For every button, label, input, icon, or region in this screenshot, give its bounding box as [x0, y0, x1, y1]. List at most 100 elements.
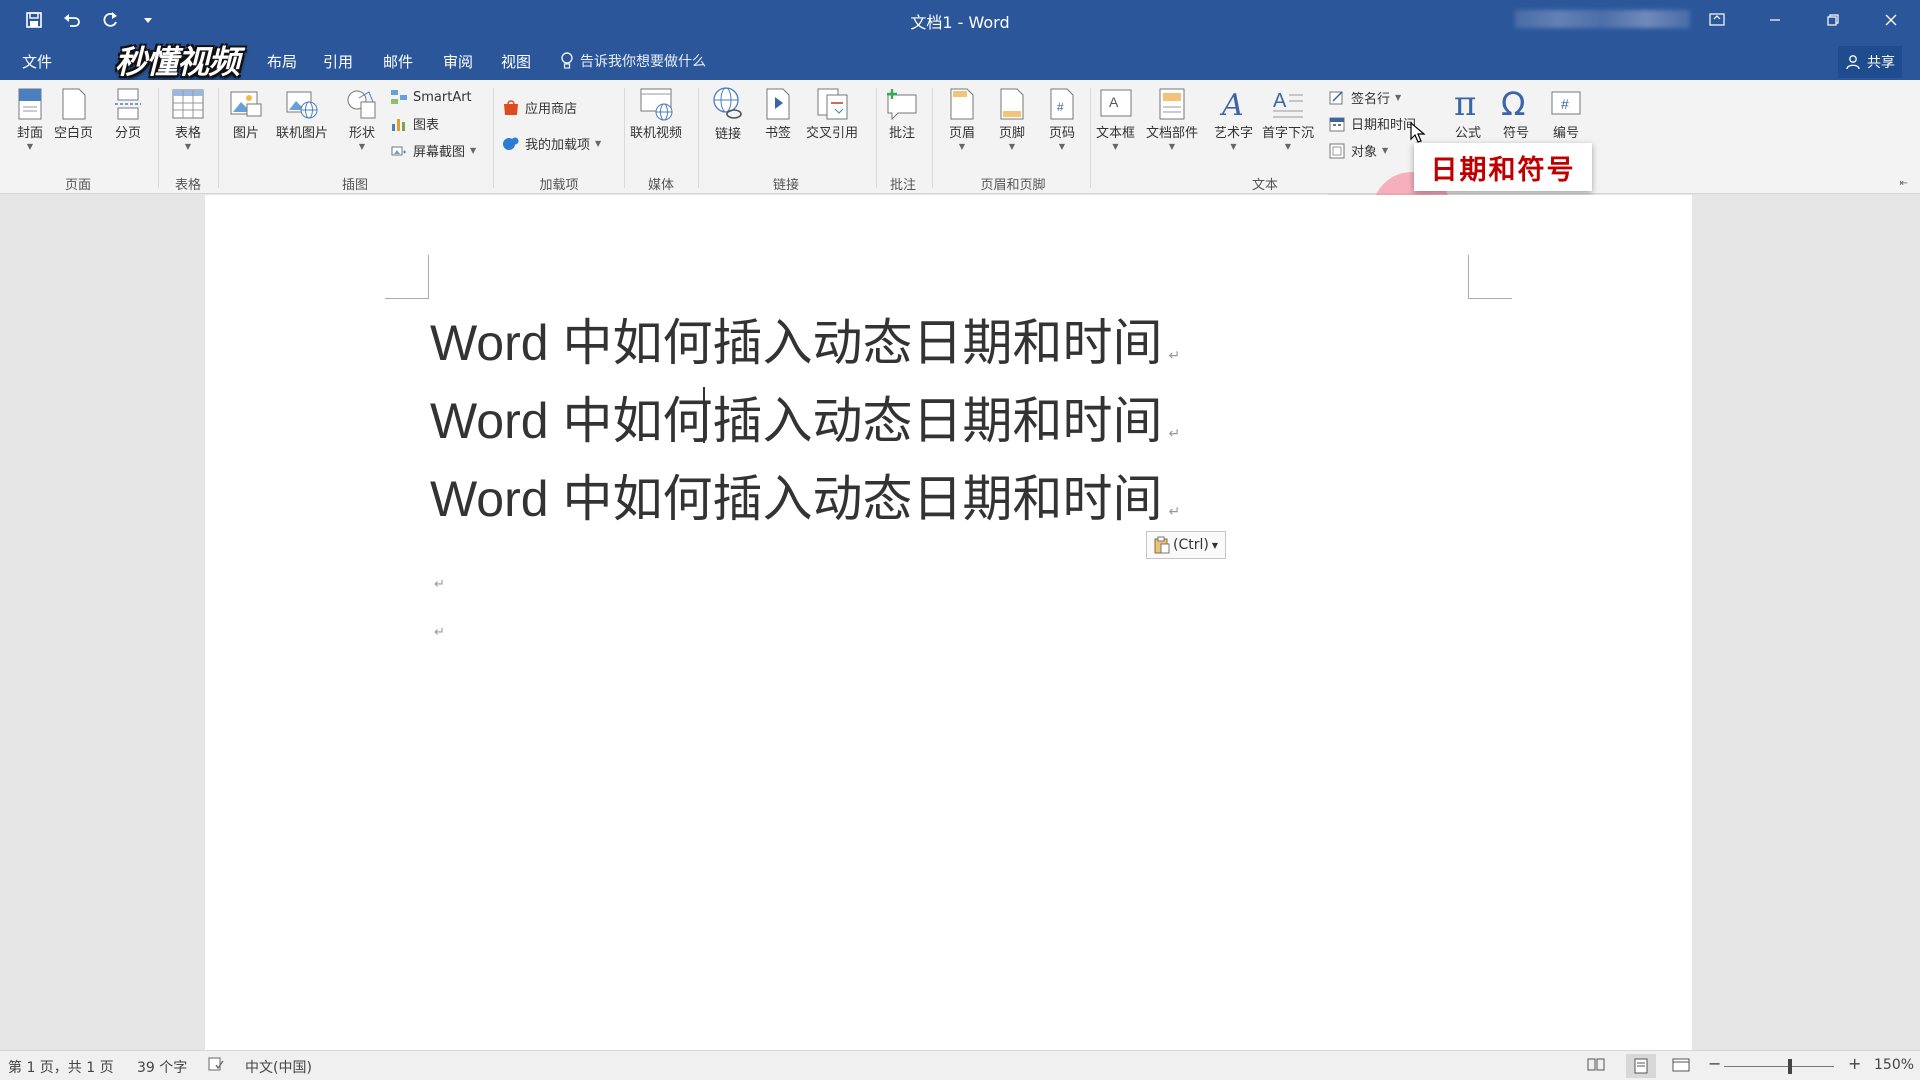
drop-cap-icon: A	[1270, 86, 1306, 122]
margin-corner-mark	[1468, 255, 1512, 299]
tab-references[interactable]: 引用	[323, 51, 353, 72]
online-picture-button[interactable]: 联机图片	[276, 86, 328, 141]
zoom-level[interactable]: 150%	[1874, 1057, 1914, 1073]
footer-icon	[994, 86, 1030, 122]
mouse-pointer-icon	[1410, 122, 1426, 143]
equation-button[interactable]: π 公式	[1450, 86, 1486, 141]
textbox-icon: A	[1098, 86, 1134, 122]
svg-text:A: A	[1273, 90, 1287, 112]
link-button[interactable]: 链接	[710, 86, 746, 143]
date-time-button[interactable]: 日期和时间	[1328, 114, 1416, 133]
group-label-illustrations: 插图	[341, 178, 368, 193]
smartart-icon	[390, 88, 408, 106]
tutorial-caption-callout: 日期和符号	[1414, 143, 1592, 191]
zoom-slider[interactable]	[1724, 1066, 1834, 1067]
link-globe-icon	[710, 86, 746, 122]
signature-line-button[interactable]: 签名行 ▼	[1328, 88, 1401, 107]
document-paragraph[interactable]: Word 中如何插入动态日期和时间 ↵	[430, 303, 1180, 375]
tab-file[interactable]: 文件	[22, 51, 52, 72]
margin-corner-mark	[385, 255, 429, 299]
svg-text:A: A	[1219, 88, 1244, 121]
word-count[interactable]: 39 个字	[137, 1057, 187, 1077]
group-label-pages: 页面	[64, 178, 91, 193]
svg-text:#: #	[1057, 100, 1064, 114]
paragraph-mark: ↵	[1168, 347, 1181, 363]
page-number-icon: #	[1044, 86, 1080, 122]
wordart-button[interactable]: A 艺术字 ▼	[1214, 86, 1253, 151]
zoom-slider-thumb[interactable]	[1788, 1059, 1792, 1074]
zoom-in-button[interactable]: +	[1848, 1054, 1861, 1073]
ribbon-insert: 封面 ▼ 空白页 分页 页面 表格 ▼ 表格 图片 联机图片 形状 ▼ SmartAr…	[0, 80, 1920, 252]
tab-view[interactable]: 视图	[501, 51, 531, 72]
bookmark-button[interactable]: 书签	[760, 86, 796, 141]
group-label-tables: 表格	[174, 178, 201, 193]
page-break-button[interactable]: 分页	[110, 86, 146, 141]
number-button[interactable]: # 编号	[1548, 86, 1584, 141]
header-button[interactable]: 页眉 ▼	[944, 86, 980, 151]
paragraph-mark: ↵	[434, 625, 445, 640]
tab-review[interactable]: 审阅	[443, 51, 473, 72]
svg-text:π: π	[1454, 87, 1476, 121]
drop-cap-button[interactable]: A 首字下沉 ▼	[1262, 86, 1314, 151]
group-separator	[1090, 88, 1091, 188]
chart-button[interactable]: 图表	[390, 114, 439, 133]
picture-button[interactable]: 图片	[228, 86, 264, 141]
page-number-button[interactable]: # 页码 ▼	[1044, 86, 1080, 151]
proofing-icon[interactable]	[208, 1057, 224, 1075]
group-label-header-footer: 页眉和页脚	[980, 178, 1046, 193]
chart-icon	[390, 115, 408, 133]
paragraph-mark: ↵	[1168, 425, 1181, 441]
comment-button[interactable]: 批注	[884, 86, 920, 141]
zoom-out-button[interactable]: −	[1708, 1054, 1721, 1073]
blank-page-button[interactable]: 空白页	[54, 86, 93, 141]
paste-options-button[interactable]: (Ctrl) ▼	[1146, 531, 1226, 559]
shapes-button[interactable]: 形状 ▼	[344, 86, 380, 151]
tell-me-text: 告诉我你想要做什么	[580, 54, 706, 70]
minimize-button[interactable]	[1746, 0, 1804, 40]
share-button[interactable]: 共享	[1838, 46, 1902, 78]
new-comment-icon	[884, 86, 920, 122]
group-separator	[932, 88, 933, 188]
document-page[interactable]: Word 中如何插入动态日期和时间 ↵ Word 中如何插入动态日期和时间 ↵ Wo…	[205, 195, 1692, 1050]
cover-page-button[interactable]: 封面 ▼	[12, 86, 48, 151]
textbox-button[interactable]: A 文本框 ▼	[1096, 86, 1135, 151]
cross-reference-button[interactable]: 交叉引用	[806, 86, 858, 141]
online-video-icon	[638, 86, 674, 122]
print-layout-icon[interactable]	[1626, 1054, 1656, 1078]
screenshot-button[interactable]: 屏幕截图 ▼	[390, 141, 476, 160]
restore-button[interactable]	[1804, 0, 1862, 40]
read-mode-icon[interactable]	[1587, 1057, 1605, 1075]
pi-icon: π	[1450, 86, 1486, 122]
page-count[interactable]: 第 1 页，共 1 页	[8, 1057, 114, 1077]
online-video-button[interactable]: 联机视频	[630, 86, 682, 141]
close-button[interactable]	[1862, 0, 1920, 40]
user-account-blurred[interactable]	[1515, 10, 1690, 28]
ribbon-display-options-button[interactable]	[1688, 0, 1746, 40]
footer-button[interactable]: 页脚 ▼	[994, 86, 1030, 151]
tell-me-search[interactable]: 告诉我你想要做什么	[560, 51, 706, 71]
omega-icon: Ω	[1498, 86, 1534, 122]
store-button[interactable]: 应用商店	[502, 98, 577, 117]
smartart-button[interactable]: SmartArt	[390, 88, 472, 106]
document-workspace: Word 中如何插入动态日期和时间 ↵ Word 中如何插入动态日期和时间 ↵ Wo…	[0, 195, 1920, 1050]
my-addins-button[interactable]: 我的加载项 ▼	[502, 134, 601, 153]
tab-mailings[interactable]: 邮件	[383, 51, 413, 72]
document-paragraph[interactable]: Word 中如何插入动态日期和时间 ↵	[430, 459, 1180, 531]
web-layout-icon[interactable]	[1672, 1057, 1690, 1077]
cross-reference-icon	[814, 86, 850, 122]
quick-parts-icon	[1154, 86, 1190, 122]
wordart-icon: A	[1216, 86, 1252, 122]
group-separator	[493, 88, 494, 188]
table-icon	[170, 86, 206, 122]
collapse-ribbon-icon[interactable]: ⇤	[1900, 178, 1908, 189]
symbol-button[interactable]: Ω 符号	[1498, 86, 1534, 141]
object-button[interactable]: 对象 ▼	[1328, 141, 1388, 160]
language-indicator[interactable]: 中文(中国)	[245, 1057, 312, 1077]
table-button[interactable]: 表格 ▼	[170, 86, 206, 151]
cover-page-icon	[12, 86, 48, 122]
document-paragraph[interactable]: Word 中如何插入动态日期和时间 ↵	[430, 381, 1180, 453]
quick-parts-button[interactable]: 文档部件 ▼	[1146, 86, 1198, 151]
svg-text:#: #	[1561, 96, 1569, 112]
page-break-icon	[110, 86, 146, 122]
ribbon-tabs: 文件 布局 引用 邮件 审阅 视图 告诉我你想要做什么	[0, 40, 1920, 80]
